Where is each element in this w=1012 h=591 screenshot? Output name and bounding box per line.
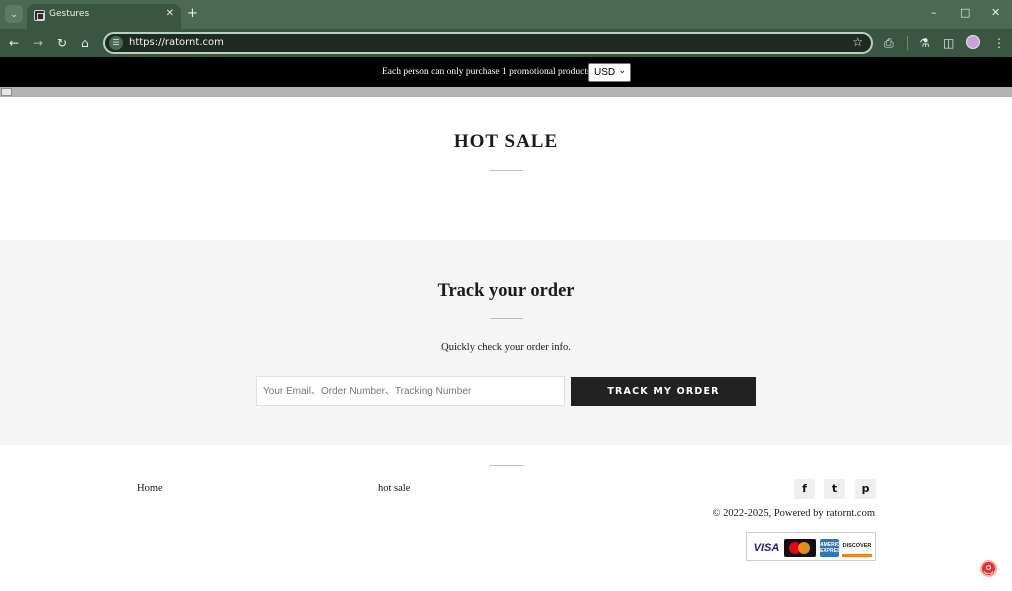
url-text[interactable]: https://ratornt.com xyxy=(129,37,224,48)
browser-title-bar: ⌄ Gestures ✕ + – □ ✕ xyxy=(0,0,1012,29)
avatar[interactable] xyxy=(966,35,980,49)
chat-support-icon[interactable] xyxy=(980,560,997,577)
tune-icon[interactable]: ☰ xyxy=(109,36,123,50)
title-divider xyxy=(490,170,523,171)
copyright-text: © 2022-2025, Powered by ratornt.com xyxy=(712,508,875,519)
track-my-order-button[interactable]: TRACK MY ORDER xyxy=(571,377,756,406)
footer-link-home[interactable]: Home xyxy=(137,483,163,494)
discover-icon: DISCOVER xyxy=(842,539,872,557)
arrow-left-icon[interactable]: ← xyxy=(9,35,19,51)
tracking-search-input[interactable] xyxy=(256,376,565,406)
star-icon[interactable]: ☆ xyxy=(852,35,863,49)
browser-toolbar: ← → ↻ ⌂ ☰ https://ratornt.com ☆ ⎙ ⚗ ◫ ⋮ xyxy=(0,29,1012,57)
track-order-section: Track your order Quickly check your orde… xyxy=(0,240,1012,445)
arrow-right-icon[interactable]: → xyxy=(33,35,43,51)
browser-tab[interactable]: Gestures ✕ xyxy=(27,4,181,29)
maximize-icon[interactable]: □ xyxy=(960,6,970,20)
home-icon[interactable]: ⌂ xyxy=(81,35,89,51)
currency-value: USD xyxy=(594,67,616,78)
title-divider xyxy=(490,318,523,319)
footer-divider xyxy=(490,465,523,466)
close-icon[interactable]: ✕ xyxy=(166,8,174,19)
visa-icon: VISA xyxy=(753,542,780,554)
favicon-icon xyxy=(34,10,45,21)
banner-image xyxy=(0,87,1012,97)
minimize-icon[interactable]: – xyxy=(931,6,937,20)
track-order-title: Track your order xyxy=(437,281,575,301)
address-bar[interactable]: ☰ https://ratornt.com ☆ xyxy=(103,32,873,54)
plus-icon[interactable]: + xyxy=(187,6,198,22)
flask-icon[interactable]: ⚗ xyxy=(919,35,930,51)
tab-title: Gestures xyxy=(49,9,90,19)
side-panel-icon[interactable]: ◫ xyxy=(943,35,954,51)
currency-select[interactable]: USD ⌄ xyxy=(588,63,631,82)
announcement-text: Each person can only purchase 1 promotio… xyxy=(382,67,591,77)
broken-image-icon xyxy=(1,88,12,96)
twitter-icon[interactable]: t xyxy=(824,479,845,499)
payment-methods: VISA AMERICAN EXPRESS DISCOVER xyxy=(746,532,876,561)
section-title-hot-sale: HOT SALE xyxy=(453,131,559,152)
chevron-down-icon: ⌄ xyxy=(618,66,626,76)
reload-icon[interactable]: ↻ xyxy=(57,35,67,51)
amex-icon: AMERICAN EXPRESS xyxy=(820,539,847,557)
pinterest-icon[interactable]: p xyxy=(855,479,876,499)
close-window-icon[interactable]: ✕ xyxy=(991,6,1000,20)
track-order-subtitle: Quickly check your order info. xyxy=(441,342,571,353)
kebab-menu-icon[interactable]: ⋮ xyxy=(993,35,1005,51)
facebook-icon[interactable]: f xyxy=(794,479,815,499)
mastercard-icon xyxy=(784,539,816,557)
announcement-bar: Each person can only purchase 1 promotio… xyxy=(0,57,1012,87)
toolbar-divider xyxy=(907,36,908,50)
chevron-down-icon[interactable]: ⌄ xyxy=(5,5,23,23)
puzzle-icon[interactable]: ⎙ xyxy=(884,35,894,51)
footer-link-hot-sale[interactable]: hot sale xyxy=(378,483,410,494)
